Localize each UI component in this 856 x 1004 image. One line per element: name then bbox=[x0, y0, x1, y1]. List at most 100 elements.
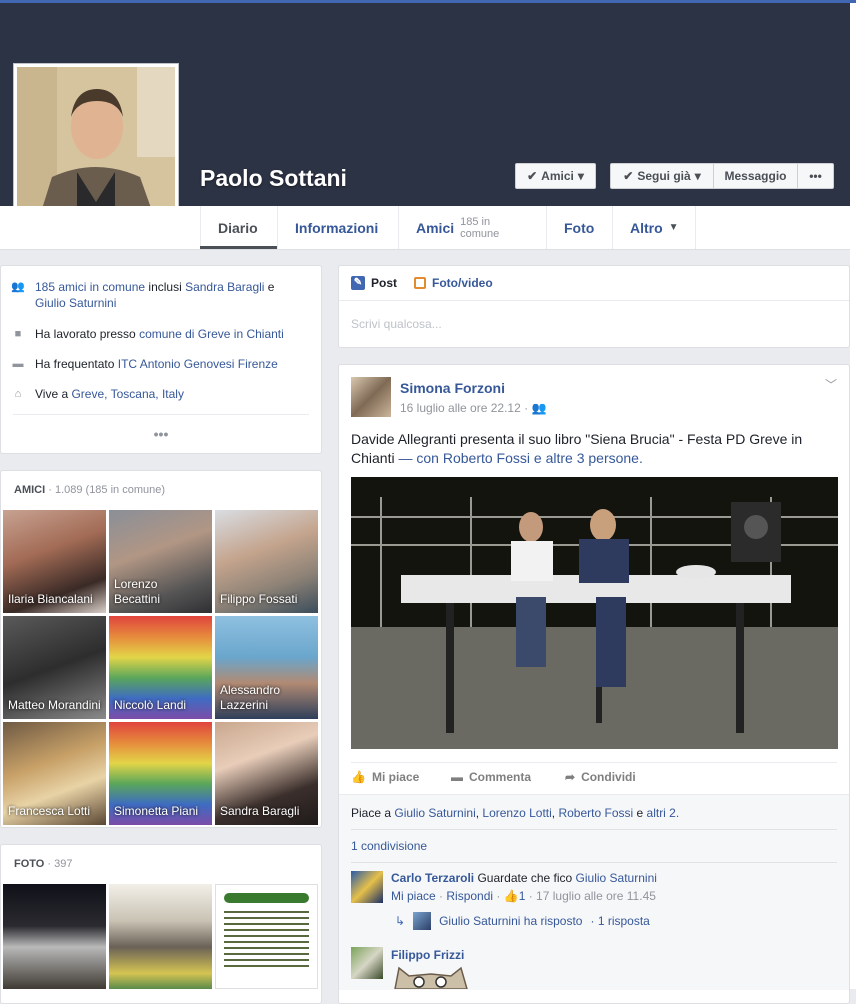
divider bbox=[351, 829, 837, 830]
liker-link[interactable]: Roberto Fossi bbox=[558, 806, 633, 820]
post-options-chevron-icon[interactable]: ﹀ bbox=[825, 376, 837, 393]
friend-link[interactable]: Giulio Saturnini bbox=[35, 296, 116, 310]
share-button[interactable]: ➦ Condividi bbox=[565, 770, 636, 784]
tab-diario[interactable]: Diario bbox=[200, 206, 277, 249]
divider bbox=[13, 414, 309, 415]
author-avatar[interactable] bbox=[351, 377, 391, 417]
intro-work: ■ Ha lavorato presso comune di Greve in … bbox=[11, 326, 284, 342]
photos-section-title[interactable]: FOTO bbox=[14, 858, 44, 870]
friend-tile[interactable]: Francesca Lotti bbox=[3, 722, 106, 825]
friend-tile[interactable]: Filippo Fossati bbox=[215, 510, 318, 613]
post-composer: ✎ Post Foto/video Scrivi qualcosa... bbox=[338, 265, 850, 348]
briefcase-icon: ■ bbox=[14, 328, 22, 340]
intro-lives-text: Vive a Greve, Toscana, Italy bbox=[35, 386, 184, 402]
tab-label: Amici bbox=[416, 219, 455, 236]
photos-count: · 397 bbox=[44, 858, 73, 870]
photo-thumbnail[interactable] bbox=[215, 884, 318, 989]
replies-link[interactable]: Giulio Saturnini ha risposto bbox=[439, 914, 582, 928]
mutual-friends-link[interactable]: 185 amici in comune bbox=[35, 280, 145, 294]
friend-tile[interactable]: Ilaria Biancalani bbox=[3, 510, 106, 613]
composer-tab-post[interactable]: ✎ Post bbox=[351, 266, 397, 300]
friend-name: Filippo Fossati bbox=[220, 592, 298, 606]
text: Ha frequentato bbox=[35, 357, 118, 371]
likers-others-link[interactable]: altri 2. bbox=[647, 806, 680, 820]
like-button[interactable]: 👍 Mi piace bbox=[351, 770, 419, 784]
post-timestamp[interactable]: 16 luglio alle ore 22.12 · bbox=[400, 401, 528, 415]
more-options-button[interactable]: ••• bbox=[797, 163, 834, 189]
comment-author[interactable]: Filippo Frizzi bbox=[391, 948, 464, 962]
comment-like-count[interactable]: 👍1 bbox=[504, 889, 526, 903]
friend-tile[interactable]: Alessandro Lazzerini bbox=[215, 616, 318, 719]
pencil-icon: ✎ bbox=[351, 276, 365, 290]
comment-reply-link[interactable]: Rispondi bbox=[446, 889, 493, 903]
tab-label: Altro bbox=[630, 219, 663, 236]
composer-tab-post-label: Post bbox=[371, 276, 398, 290]
tab-altro[interactable]: Altro ▼ bbox=[612, 206, 696, 249]
thumbs-up-icon: 👍 bbox=[503, 889, 519, 903]
friends-section-header: AMICI · 1.089 (185 in comune) bbox=[14, 484, 165, 496]
location-link[interactable]: Greve, Toscana, Italy bbox=[71, 387, 184, 401]
follow-button[interactable]: ✔ Segui già ▾ bbox=[610, 163, 714, 189]
workplace-link[interactable]: comune di Greve in Chianti bbox=[139, 327, 284, 341]
like-count-value: 1 bbox=[518, 889, 526, 903]
friend-name: Simonetta Piani bbox=[114, 804, 199, 818]
friends-section-title[interactable]: AMICI bbox=[14, 484, 45, 496]
comment-like-link[interactable]: Mi piace bbox=[391, 889, 436, 903]
cat-sticker-graphic bbox=[394, 966, 468, 989]
profile-tabs-bar: Diario Informazioni Amici 185 in comune … bbox=[0, 206, 850, 250]
friend-tile[interactable]: Sandra Baragli bbox=[215, 722, 318, 825]
home-icon: ⌂ bbox=[14, 388, 22, 400]
comment-mention-link[interactable]: Giulio Saturnini bbox=[576, 871, 657, 885]
tab-informazioni[interactable]: Informazioni bbox=[277, 206, 398, 249]
share-button-label: Condividi bbox=[581, 770, 636, 784]
friend-name: Sandra Baragli bbox=[220, 804, 300, 818]
tab-amici[interactable]: Amici 185 in comune bbox=[398, 206, 546, 249]
friend-name: Francesca Lotti bbox=[8, 804, 91, 818]
text: Vive a bbox=[35, 387, 72, 401]
friend-tile[interactable]: Niccolò Landi bbox=[109, 616, 212, 719]
composer-tab-photo-label: Foto/video bbox=[432, 276, 493, 290]
poster-graphic bbox=[224, 893, 309, 903]
friend-tile[interactable]: Matteo Morandini bbox=[3, 616, 106, 719]
caret-down-icon: ▼ bbox=[668, 222, 679, 233]
composer-input[interactable]: Scrivi qualcosa... bbox=[351, 317, 442, 331]
text: — con bbox=[394, 450, 443, 466]
message-button[interactable]: Messaggio bbox=[713, 163, 798, 189]
liker-link[interactable]: Giulio Saturnini bbox=[394, 806, 475, 820]
active-tab-indicator bbox=[200, 246, 277, 249]
tagged-others-link[interactable]: altre 3 persone. bbox=[546, 450, 643, 466]
more-dots-icon: ••• bbox=[809, 169, 822, 183]
friend-tile[interactable]: Simonetta Piani bbox=[109, 722, 212, 825]
poster-graphic bbox=[224, 911, 309, 971]
profile-name: Paolo Sottani bbox=[200, 165, 347, 191]
friends-button[interactable]: ✔ Amici ▾ bbox=[515, 163, 596, 189]
checkmark-icon: ✔ bbox=[527, 169, 538, 183]
photo-thumbnail[interactable] bbox=[109, 884, 212, 989]
replier-avatar bbox=[413, 912, 432, 930]
comment-replies-summary[interactable]: ↳ Giulio Saturnini ha risposto · 1 rispo… bbox=[395, 912, 650, 930]
intro-mutual-friends: 👥 185 amici in comune inclusi Sandra Bar… bbox=[11, 279, 301, 311]
liker-link[interactable]: Lorenzo Lotti bbox=[482, 806, 551, 820]
tab-label: Foto bbox=[564, 219, 595, 236]
intro-more-button[interactable]: ••• bbox=[1, 426, 321, 442]
tab-label: Informazioni bbox=[295, 219, 379, 236]
shares-count-link[interactable]: 1 condivisione bbox=[351, 839, 427, 853]
comment-button[interactable]: ▬ Commenta bbox=[451, 770, 531, 784]
commenter-avatar[interactable] bbox=[351, 871, 383, 903]
friend-link[interactable]: Sandra Baragli bbox=[185, 280, 264, 294]
intro-card: 👥 185 amici in comune inclusi Sandra Bar… bbox=[0, 265, 322, 454]
post-author[interactable]: Simona Forzoni bbox=[400, 380, 505, 396]
photo-thumbnail[interactable] bbox=[3, 884, 106, 989]
profile-picture[interactable] bbox=[13, 63, 179, 229]
commenter-avatar[interactable] bbox=[351, 947, 383, 979]
friend-tile[interactable]: Lorenzo Becattini bbox=[109, 510, 212, 613]
friends-button-label: Amici bbox=[541, 169, 574, 183]
school-link[interactable]: ITC Antonio Genovesi Firenze bbox=[118, 357, 278, 371]
tagged-person-link[interactable]: Roberto Fossi bbox=[443, 450, 530, 466]
friends-count: · 1.089 (185 in comune) bbox=[45, 484, 166, 496]
comment-author[interactable]: Carlo Terzaroli bbox=[391, 871, 474, 885]
checkmark-icon: ✔ bbox=[623, 169, 634, 183]
composer-tab-photo[interactable]: Foto/video bbox=[414, 266, 493, 300]
post-photo[interactable] bbox=[351, 477, 838, 749]
tab-foto[interactable]: Foto bbox=[546, 206, 612, 249]
